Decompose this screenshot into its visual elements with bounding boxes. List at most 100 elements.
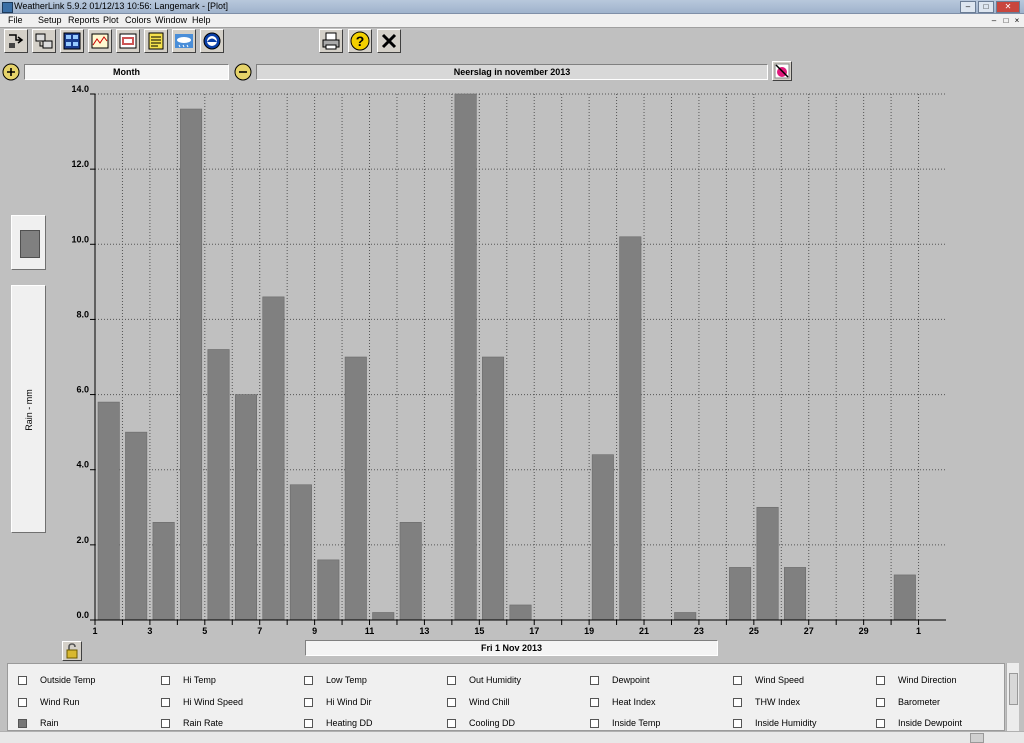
series-checkbox-label: THW Index [755,697,801,707]
series-checkbox[interactable] [876,676,885,685]
series-checkbox[interactable] [161,676,170,685]
series-checkbox[interactable] [447,698,456,707]
series-checkbox[interactable] [590,698,599,707]
zoom-in-button[interactable] [2,63,20,81]
series-checkbox[interactable] [161,719,170,728]
data-bar [317,559,340,621]
zoom-out-icon [234,63,252,81]
data-bar [784,567,807,621]
lock-button[interactable] [62,641,82,661]
y-tick-label: 10.0 [71,234,89,244]
color-picker-button[interactable] [772,61,792,81]
strip-charts-button[interactable] [88,29,112,53]
horizontal-scrollbar[interactable] [0,731,1024,743]
rain-bar-chart: 0.02.04.06.08.010.012.014.01 3 5 7 9 11 13 15 17… [71,84,946,636]
vertical-scroll-thumb[interactable] [1009,673,1018,705]
minimize-button[interactable]: – [960,1,976,13]
download-button[interactable] [32,29,56,53]
series-checkbox[interactable] [18,698,27,707]
y-tick-label: 8.0 [76,309,89,319]
series-checkbox[interactable] [304,698,313,707]
period-field[interactable]: Month [24,64,229,80]
print-icon [322,32,340,50]
data-bar [180,108,203,621]
series-checkbox[interactable] [18,676,27,685]
notes-button[interactable] [144,29,168,53]
series-checkbox-label: Dewpoint [612,675,650,685]
data-bar [372,612,395,621]
series-checkbox-label: Rain [40,718,59,728]
data-bar [509,604,532,621]
date-field[interactable]: Fri 1 Nov 2013 [305,640,718,656]
menu-help[interactable]: Help [192,15,211,25]
close-window-button[interactable]: ✕ [996,1,1020,13]
app-icon [2,2,13,13]
online-weather-button[interactable] [172,29,196,53]
print-button[interactable] [319,29,343,53]
data-bar [619,236,642,621]
x-tick-label: 1 [92,626,97,636]
series-checkbox[interactable] [590,719,599,728]
menu-setup[interactable]: Setup [38,15,62,25]
menu-window[interactable]: Window [155,15,187,25]
series-checkbox-label: Hi Wind Dir [326,697,372,707]
x-tick-label: 9 [312,626,317,636]
close-plot-button[interactable] [377,29,401,53]
zoom-in-icon [2,63,20,81]
select-station-button[interactable] [4,29,28,53]
series-checkbox-label: Out Humidity [469,675,522,685]
strip-charts-icon [91,33,109,49]
y-tick-label: 4.0 [76,460,89,470]
noaa-icon [203,32,221,50]
window-title: WeatherLink 5.9.2 01/12/13 10:56: Langem… [14,1,228,11]
x-tick-label: 1 [916,626,921,636]
series-checkbox[interactable] [447,676,456,685]
x-tick-label: 19 [584,626,594,636]
mdi-minimize-button[interactable]: – [988,16,1000,25]
series-checkbox-label: Rain Rate [183,718,224,728]
data-bar [125,431,148,621]
data-bar [399,522,422,621]
menu-bar: File Setup Reports Plot Colors Window He… [0,14,1024,28]
series-checkbox[interactable] [161,698,170,707]
menu-file[interactable]: File [8,15,23,25]
zoom-out-button[interactable] [234,63,252,81]
vertical-scrollbar[interactable] [1006,663,1019,731]
x-tick-label: 15 [474,626,484,636]
series-checkbox[interactable] [304,676,313,685]
data-bar [207,349,230,621]
download-icon [35,33,53,49]
title-bar: WeatherLink 5.9.2 01/12/13 10:56: Langem… [0,0,1024,14]
x-tick-label: 5 [202,626,207,636]
series-checkbox-label: Wind Speed [755,675,805,685]
series-checkbox-label: Barometer [898,697,941,707]
series-checkbox[interactable] [733,719,742,728]
maximize-button[interactable]: □ [978,1,994,13]
series-checkbox[interactable] [447,719,456,728]
x-tick-label: 27 [804,626,814,636]
menu-plot[interactable]: Plot [103,15,119,25]
menu-colors[interactable]: Colors [125,15,151,25]
bulletin-button[interactable] [60,29,84,53]
series-checkbox-label: Hi Wind Speed [183,697,244,707]
data-bar [152,522,175,621]
series-checkbox[interactable] [876,719,885,728]
series-checkbox[interactable] [18,719,27,728]
menu-reports[interactable]: Reports [68,15,100,25]
x-tick-label: 7 [257,626,262,636]
series-checkbox[interactable] [304,719,313,728]
mdi-close-button[interactable]: × [1011,16,1023,25]
browse-icon [119,33,137,49]
y-tick-label: 6.0 [76,385,89,395]
series-checkbox[interactable] [733,698,742,707]
noaa-button[interactable] [200,29,224,53]
color-picker-icon [774,63,790,79]
plot-title-field[interactable]: Neerslag in november 2013 [256,64,768,80]
series-checkbox[interactable] [590,676,599,685]
series-checkbox-label: Hi Temp [183,675,216,685]
help-button[interactable]: ? [348,29,372,53]
series-checkbox[interactable] [876,698,885,707]
series-checkbox[interactable] [733,676,742,685]
data-bar [344,356,367,621]
browse-button[interactable] [116,29,140,53]
